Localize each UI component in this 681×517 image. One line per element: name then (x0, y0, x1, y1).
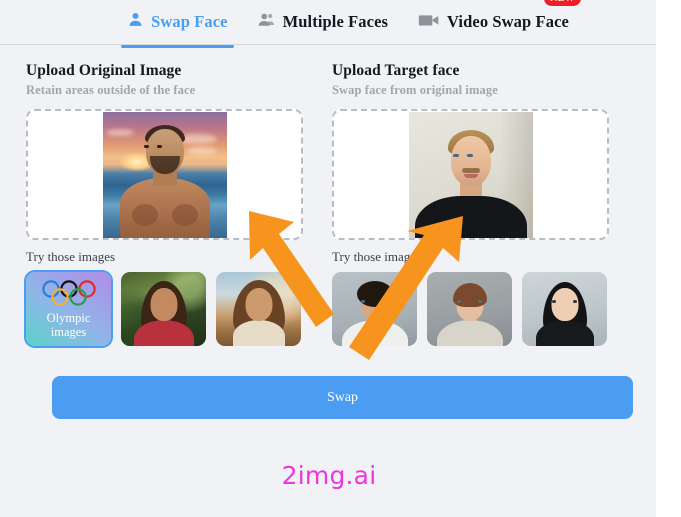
thumb-asian-woman[interactable] (522, 272, 607, 346)
video-camera-icon (418, 12, 440, 33)
original-image-column: Upload Original Image Retain areas outsi… (26, 62, 303, 346)
target-face-dropzone[interactable] (332, 109, 609, 240)
olympic-images-card[interactable]: Olympic images (26, 272, 111, 346)
target-thumbnail-list (332, 272, 609, 346)
face-swap-app: Swap Face Multiple Faces Video Swap Face… (0, 0, 656, 517)
target-face-column: Upload Target face Swap face from origin… (332, 62, 609, 346)
tab-video-swap-face-label: Video Swap Face (447, 12, 569, 31)
thumb-curly-man[interactable] (332, 272, 417, 346)
beach-sunset-man-photo (102, 111, 227, 238)
people-icon (258, 11, 276, 33)
tab-bar-divider (0, 44, 656, 45)
olympic-card-line1: Olympic (46, 311, 91, 325)
main-panel: Upload Original Image Retain areas outsi… (0, 44, 656, 490)
new-badge: NEW (544, 0, 581, 6)
original-image-preview (102, 111, 227, 238)
swap-button[interactable]: Swap (52, 376, 633, 419)
tab-bar: Swap Face Multiple Faces Video Swap Face… (0, 0, 656, 48)
tab-video-swap-face[interactable]: Video Swap Face NEW (418, 0, 581, 44)
brand-watermark: 2img.ai (281, 461, 377, 490)
original-image-dropzone[interactable] (26, 109, 303, 240)
thumb-sunset-woman[interactable] (216, 272, 301, 346)
target-face-preview (408, 111, 533, 238)
original-try-images-label: Try those images (26, 249, 116, 264)
olympic-card-line2: images (50, 325, 87, 339)
person-icon (127, 11, 144, 33)
target-try-images-label: Try those images (332, 249, 422, 264)
thumb-auburn-woman[interactable] (427, 272, 512, 346)
tab-multiple-faces[interactable]: Multiple Faces (258, 0, 388, 44)
tab-multiple-faces-label: Multiple Faces (282, 12, 389, 31)
footer: 2img.ai (26, 461, 632, 490)
thumb-jungle-woman[interactable] (121, 272, 206, 346)
original-thumbnail-list: Olympic images (26, 272, 303, 346)
target-face-title: Upload Target face (332, 62, 460, 79)
tab-swap-face[interactable]: Swap Face (121, 0, 234, 48)
tab-swap-face-label: Swap Face (151, 12, 228, 31)
blond-man-photo (408, 111, 533, 238)
olympic-rings-icon (40, 280, 98, 311)
upload-columns: Upload Original Image Retain areas outsi… (26, 62, 632, 346)
original-image-title: Upload Original Image (26, 62, 182, 79)
target-face-subtitle: Swap face from original image (332, 83, 498, 97)
original-image-subtitle: Retain areas outside of the face (26, 83, 196, 97)
